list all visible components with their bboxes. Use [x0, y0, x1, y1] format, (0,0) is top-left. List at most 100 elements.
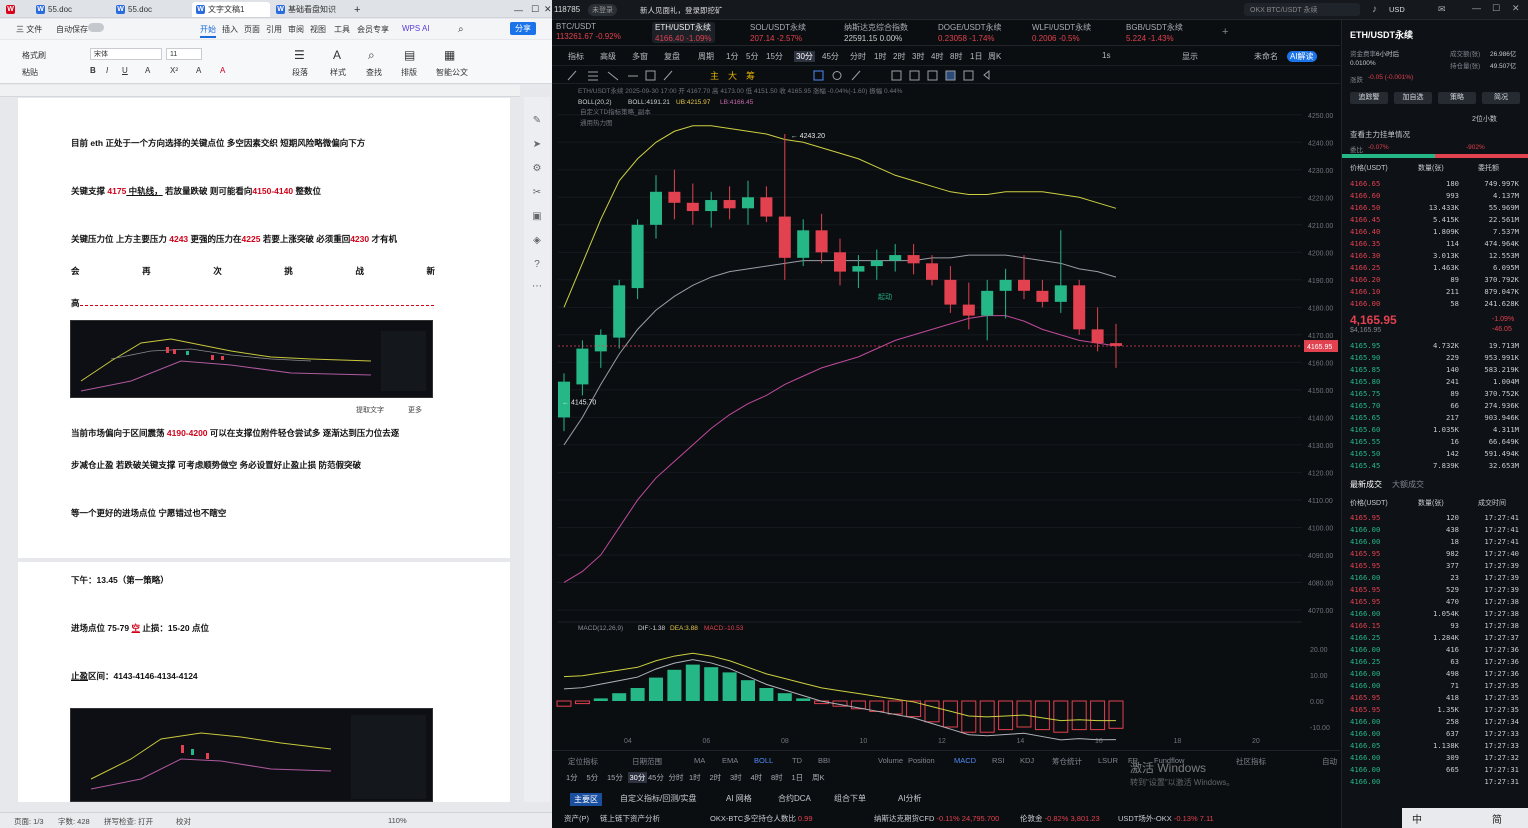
ticker-tab[interactable]: BGB/USDT永续 5.224 -1.43% — [1126, 22, 1183, 43]
document-page-1[interactable]: 目前 eth 正处于一个方向选择的关键点位 多空因素交织 短期风险略微偏向下方 … — [18, 98, 510, 558]
ask-row[interactable]: 4166.60 993 4.137M — [1342, 190, 1528, 202]
ask-row[interactable]: 4166.35 114 474.964K — [1342, 238, 1528, 250]
interval-button[interactable]: 15分 — [607, 772, 623, 783]
interval-button[interactable]: 30分 — [627, 772, 648, 783]
interval-button[interactable]: 5分 — [587, 772, 599, 783]
font-color-button[interactable]: A — [220, 66, 225, 75]
bid-row[interactable]: 4165.65 217 903.946K — [1342, 412, 1528, 424]
ticker-bar-item[interactable]: 链上链下资产分析 — [600, 813, 660, 824]
ticker-tab-active[interactable]: ETH/USDT永续 4166.40 -1.09% — [652, 22, 715, 43]
ticker-bar-item[interactable]: 伦敦金 -0.82% 3,801.23 — [1020, 813, 1100, 824]
trades-tab-large[interactable]: 大额成交 — [1392, 479, 1424, 490]
edit-icon[interactable]: ▣ — [531, 211, 543, 222]
toolbar-2[interactable]: 多窗 — [632, 51, 648, 62]
bottom-tab[interactable]: AI分析 — [898, 793, 922, 804]
interval-button[interactable]: 2时 — [710, 772, 722, 783]
bold-button[interactable]: B — [90, 66, 96, 75]
bottom-tab[interactable]: 自定义指标/回测/实盘 — [620, 793, 696, 804]
toolbar-10[interactable]: 分时 — [850, 51, 866, 62]
menu-autosave[interactable]: 自动保存 — [56, 24, 88, 35]
format-painter-button[interactable]: 格式刷 — [22, 50, 46, 61]
mail-icon[interactable]: ✉ — [1438, 4, 1446, 15]
ask-row[interactable]: 4166.10 211 879.047K — [1342, 286, 1528, 298]
bottom-tab[interactable]: AI 网格 — [726, 793, 752, 804]
find-button[interactable]: 查找 — [366, 67, 382, 78]
highlight-button[interactable]: A — [196, 66, 201, 75]
maximize-button[interactable]: ☐ — [527, 2, 539, 17]
autosave-toggle[interactable] — [88, 23, 104, 32]
extract-text-button[interactable]: 提取文字 — [356, 405, 384, 415]
indicator-tab[interactable]: BBI — [818, 756, 830, 765]
toolbar-right-0[interactable]: 1s — [1102, 51, 1110, 60]
toolbar-4[interactable]: 周期 — [698, 51, 714, 62]
panel-button[interactable]: 追踪警 — [1350, 92, 1388, 104]
indicator-tab[interactable]: MACD — [954, 756, 976, 765]
ask-row[interactable]: 4166.25 1.463K 6.095M — [1342, 262, 1528, 274]
indicator-tab[interactable]: 筹仓统计 — [1052, 756, 1082, 767]
bottom-tab[interactable]: 合约DCA — [778, 793, 811, 804]
search-icon[interactable]: ⌕ — [458, 24, 464, 35]
interval-button[interactable]: 1日 — [792, 772, 804, 783]
bid-row[interactable]: 4165.50 142 591.494K — [1342, 448, 1528, 460]
ask-row[interactable]: 4166.30 3.013K 12.553M — [1342, 250, 1528, 262]
toolbar-3[interactable]: 复盘 — [664, 51, 680, 62]
toolbar-7[interactable]: 15分 — [766, 51, 783, 62]
paragraph-button[interactable]: 段落 — [292, 67, 308, 78]
toolbar-17[interactable]: 周K — [988, 51, 1001, 62]
indicator-tab[interactable]: EMA — [722, 756, 738, 765]
menu-insert[interactable]: 插入 — [222, 24, 238, 35]
menu-wps-ai[interactable]: WPS AI — [402, 24, 430, 33]
indicator-tab[interactable]: KDJ — [1020, 756, 1034, 765]
new-tab-button[interactable]: + — [350, 2, 366, 17]
ask-row[interactable]: 4166.65 180 749.997K — [1342, 178, 1528, 190]
toolbar-0[interactable]: 指标 — [568, 51, 584, 62]
toolbar-right-1[interactable]: 显示 — [1182, 51, 1198, 62]
menu-reference[interactable]: 引用 — [266, 24, 282, 35]
add-tab-icon[interactable]: + — [1222, 26, 1228, 38]
interval-button[interactable]: 3时 — [730, 772, 742, 783]
toolbar-12[interactable]: 2时 — [893, 51, 905, 62]
smart-doc-button[interactable]: 智能公文 — [436, 67, 468, 78]
indicator-tab[interactable]: TD — [792, 756, 802, 765]
indicator-tab[interactable]: BOLL — [754, 756, 773, 765]
menu-member[interactable]: 会员专享 — [357, 24, 389, 35]
doc-tab[interactable]: W 55.doc — [112, 2, 187, 17]
bid-row[interactable]: 4165.70 66 274.936K — [1342, 400, 1528, 412]
zoom-level[interactable]: 110% — [388, 816, 407, 825]
menu-file[interactable]: 三 文件 — [16, 24, 42, 35]
interval-button[interactable]: 45分 — [648, 772, 664, 783]
ticker-bar-item[interactable]: 资产(P) — [564, 813, 589, 824]
login-badge[interactable]: 未登录 — [588, 4, 617, 16]
ask-row[interactable]: 4166.20 89 370.792K — [1342, 274, 1528, 286]
interval-button[interactable]: 1时 — [689, 772, 701, 783]
depth-select[interactable]: 2位小数 — [1472, 114, 1497, 124]
minimize-button[interactable]: — — [510, 2, 523, 17]
interval-button[interactable]: 分时 — [669, 772, 684, 783]
word-count[interactable]: 字数: 428 — [58, 816, 90, 827]
menu-review[interactable]: 审阅 — [288, 24, 304, 35]
bid-row[interactable]: 4165.90 229 953.991K — [1342, 352, 1528, 364]
pen-icon[interactable]: ✎ — [531, 115, 543, 126]
ime-chinese[interactable]: 中 — [1412, 811, 1422, 826]
bottom-tab[interactable]: 主要区 — [570, 793, 602, 806]
panel-button[interactable]: 策略 — [1438, 92, 1476, 104]
more-icon[interactable]: ⋯ — [531, 281, 543, 292]
toolbar-13[interactable]: 3时 — [912, 51, 924, 62]
font-size-select[interactable]: 11 — [166, 48, 202, 60]
price-chart[interactable]: 4250.00 4240.00 4230.00 4220.00 4210.00 4200.… — [552, 85, 1340, 750]
ask-row[interactable]: 4166.45 5.415K 22.561M — [1342, 214, 1528, 226]
sliders-icon[interactable]: ⚙ — [531, 163, 543, 174]
minimize-button[interactable]: — — [1472, 3, 1481, 13]
ticker-bar-item[interactable]: USDT场外-OKX -0.13% 7.11 — [1118, 813, 1214, 824]
promo-notice[interactable]: 新人见面礼，登录即挖矿 — [640, 5, 723, 16]
italic-button[interactable]: I — [106, 66, 108, 75]
toolbar-8[interactable]: 30分 — [794, 51, 815, 62]
indicator-tab[interactable]: Position — [908, 756, 935, 765]
ticker-bar-item[interactable]: OKX-BTC多空持仓人数比 0.99 — [710, 813, 813, 824]
search-input[interactable]: OKX BTC/USDT 永续 — [1244, 3, 1360, 16]
close-button[interactable]: ✕ — [540, 2, 552, 17]
bid-row[interactable]: 4165.85 140 583.219K — [1342, 364, 1528, 376]
wps-home-tab[interactable]: W — [2, 2, 30, 17]
interval-button[interactable]: 1分 — [566, 772, 578, 783]
page-indicator[interactable]: 页面: 1/3 — [14, 816, 44, 827]
